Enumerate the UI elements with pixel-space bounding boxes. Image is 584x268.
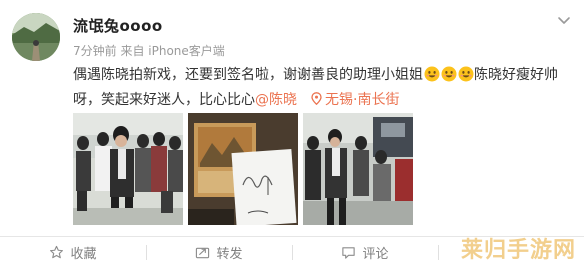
comment-label: 评论: [362, 247, 389, 262]
post-text-part3: 呀，笑起来好迷人，比心比心: [73, 92, 255, 108]
repost-button[interactable]: 转发: [146, 237, 292, 268]
repost-label: 转发: [216, 247, 243, 262]
username[interactable]: 流氓兔oooo: [73, 15, 163, 36]
avatar[interactable]: [12, 13, 60, 61]
watermark: 莱归手游网: [460, 238, 576, 263]
star-icon: [50, 245, 64, 259]
location-label: 无锡·南长街: [325, 92, 400, 108]
chevron-down-icon[interactable]: [556, 12, 572, 28]
comment-button[interactable]: 评论: [292, 237, 438, 268]
favorite-button[interactable]: 收藏: [0, 237, 146, 268]
weibo-post: 流氓兔oooo 7分钟前 来自 iPhone客户端 偶遇陈晓拍新戏，还要到签名啦…: [0, 0, 584, 268]
post-text-part2: 陈晓好瘦好帅: [474, 67, 558, 83]
post-meta: 7分钟前 来自 iPhone客户端: [73, 44, 225, 58]
repost-icon: [196, 247, 210, 259]
photo-film-set[interactable]: [303, 113, 413, 225]
favorite-label: 收藏: [70, 247, 97, 262]
post-text: 偶遇陈晓拍新戏，还要到签名啦，谢谢善良的助理小姐姐 陈晓好瘦好帅呀，笑起来好迷人，…: [73, 63, 573, 113]
smile-emoji-icon: [458, 66, 473, 82]
photo-street-crowd[interactable]: [73, 113, 183, 225]
smile-emoji-icon: [424, 66, 439, 82]
comment-icon: [342, 247, 356, 259]
smile-emoji-icon: [441, 66, 456, 82]
location-link[interactable]: 无锡·南长街: [311, 92, 399, 108]
post-text-part1: 偶遇陈晓拍新戏，还要到签名啦，谢谢善良的助理小姐姐: [73, 67, 423, 83]
location-pin-icon: [311, 92, 322, 105]
mention-link[interactable]: @陈晓: [255, 92, 297, 108]
photo-autograph[interactable]: [188, 113, 298, 225]
